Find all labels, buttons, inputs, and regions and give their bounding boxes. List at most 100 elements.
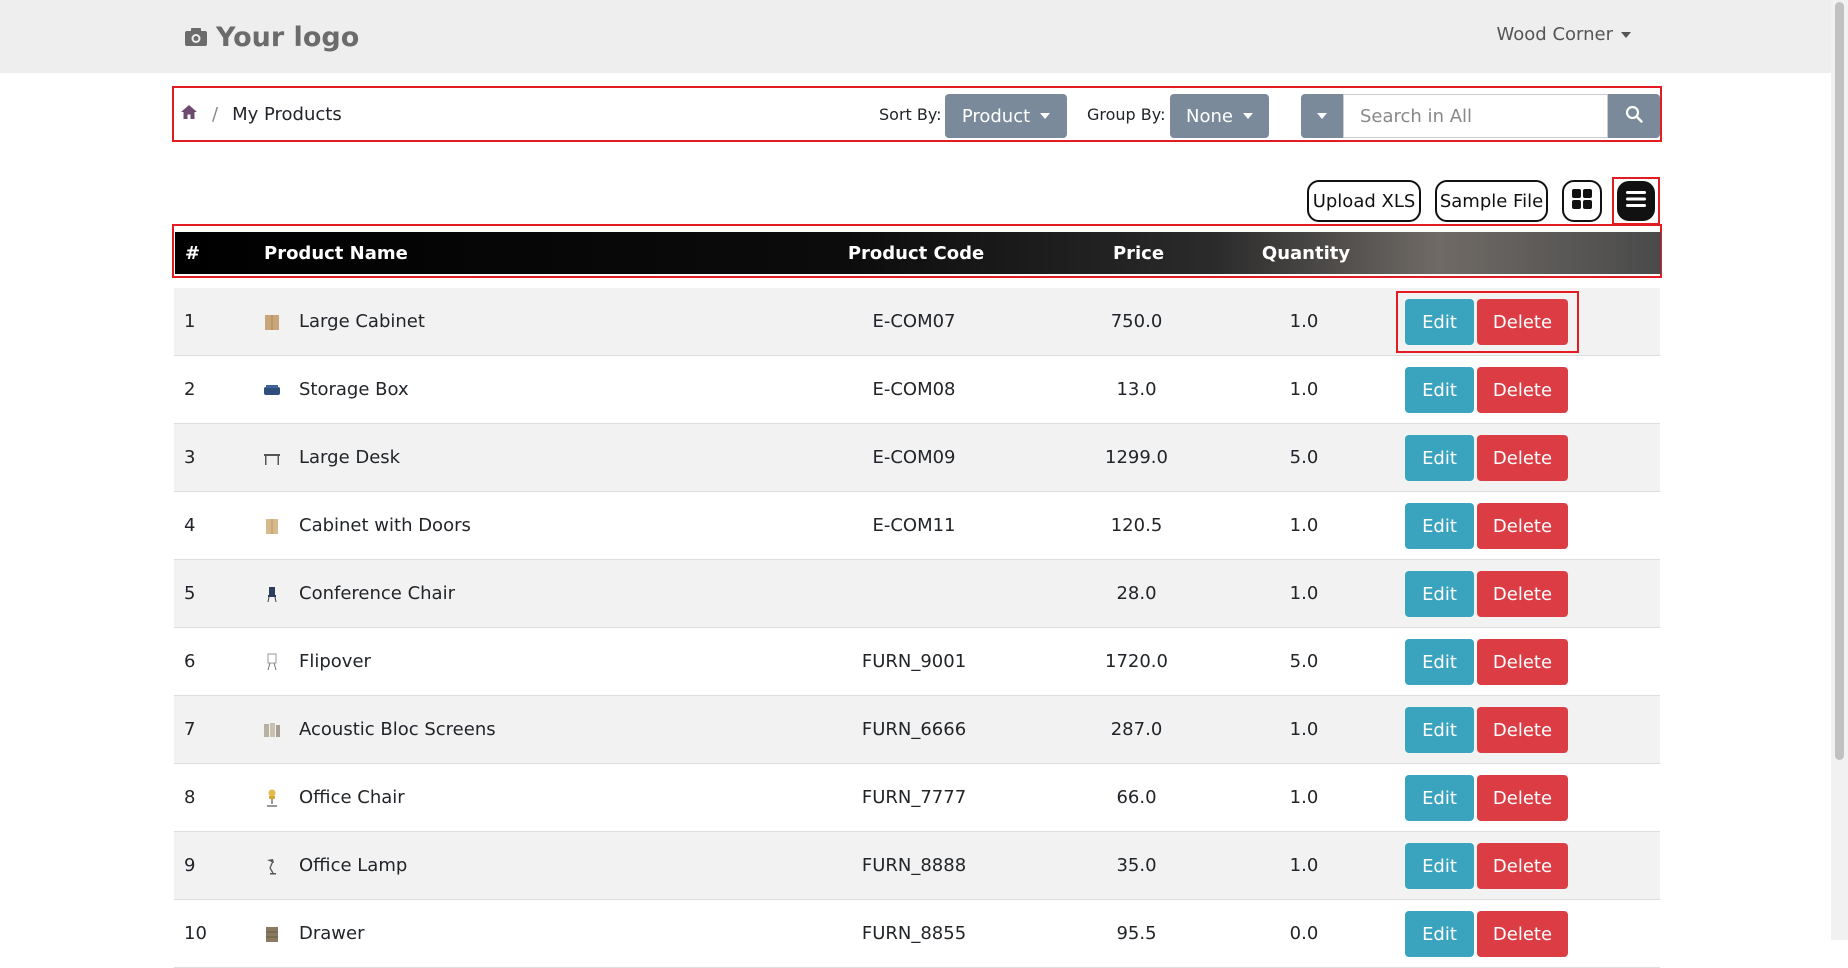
delete-button[interactable]: Delete [1477,775,1568,821]
product-name: Office Lamp [299,855,408,876]
table-row: 2 Storage Box E-COM08 13.0 1.0 Edit Delete [174,356,1660,424]
list-view-button[interactable] [1617,181,1655,221]
chevron-down-icon [1040,113,1051,119]
page-scrollbar[interactable] [1831,0,1848,940]
table-row: 1 Large Cabinet E-COM07 750.0 1.0 Edit Delete [174,288,1660,356]
row-number: 7 [184,719,196,740]
row-number: 1 [184,311,196,332]
product-price: 28.0 [1116,583,1157,604]
product-thumbnail [262,312,282,332]
breadcrumb: / My Products [180,88,342,140]
edit-button[interactable]: Edit [1405,843,1474,889]
sort-dropdown-button[interactable]: Product [945,94,1067,138]
grid-icon [1571,188,1593,215]
product-name: Storage Box [299,379,409,400]
table-header: # Product Name Product Code Price Quanti… [172,224,1662,278]
product-quantity: 0.0 [1289,923,1319,944]
product-thumbnail [262,584,282,604]
chevron-down-icon [1317,113,1327,119]
row-number: 6 [184,651,196,672]
product-quantity: 1.0 [1289,787,1319,808]
edit-button[interactable]: Edit [1405,707,1474,753]
chevron-down-icon [1242,113,1253,119]
product-name: Flipover [299,651,371,672]
delete-button[interactable]: Delete [1477,299,1568,345]
search-input[interactable] [1343,94,1608,138]
row-number: 8 [184,787,196,808]
table-row: 9 Office Lamp FURN_8888 35.0 1.0 Edit Delete [174,832,1660,900]
list-view-highlight [1612,177,1660,225]
product-code: E-COM08 [872,379,956,400]
product-code: E-COM07 [872,311,956,332]
edit-button[interactable]: Edit [1405,299,1474,345]
product-thumbnail [262,448,282,468]
product-quantity: 1.0 [1289,379,1319,400]
grid-view-button[interactable] [1562,180,1602,222]
product-name: Office Chair [299,787,405,808]
edit-button[interactable]: Edit [1405,639,1474,685]
product-name: Large Desk [299,447,401,468]
delete-button[interactable]: Delete [1477,843,1568,889]
row-number: 10 [184,923,207,944]
table-row: 3 Large Desk E-COM09 1299.0 5.0 Edit Delete [174,424,1660,492]
table-row: 5 Conference Chair 28.0 1.0 Edit Delete [174,560,1660,628]
home-icon[interactable] [180,104,198,125]
product-code: E-COM11 [872,515,956,536]
table-header-row: # Product Name Product Code Price Quanti… [175,232,1661,274]
delete-button[interactable]: Delete [1477,571,1568,617]
sort-value: Product [961,105,1031,127]
camera-icon [184,27,208,47]
delete-button[interactable]: Delete [1477,707,1568,753]
group-label: Group By: [1087,104,1166,124]
logo-text: Your logo [216,21,360,53]
delete-button[interactable]: Delete [1477,503,1568,549]
delete-button[interactable]: Delete [1477,367,1568,413]
company-dropdown[interactable]: Wood Corner [1497,24,1631,45]
product-code: FURN_9001 [861,651,967,672]
breadcrumb-separator: / [212,103,219,125]
delete-button[interactable]: Delete [1477,435,1568,481]
product-price: 13.0 [1116,379,1157,400]
logo[interactable]: Your logo [184,18,359,56]
product-price: 95.5 [1116,923,1157,944]
product-price: 1299.0 [1105,447,1168,468]
company-name: Wood Corner [1496,24,1613,45]
control-bar: / My Products Sort By: Product Group By:… [172,86,1662,142]
edit-button[interactable]: Edit [1405,503,1474,549]
edit-button[interactable]: Edit [1405,367,1474,413]
search-filter-toggle[interactable] [1301,94,1343,138]
edit-button[interactable]: Edit [1405,911,1474,957]
search-button[interactable] [1608,94,1660,138]
chevron-down-icon [1621,31,1631,38]
edit-button[interactable]: Edit [1405,435,1474,481]
product-name: Acoustic Bloc Screens [299,719,496,740]
upload-xls-button[interactable]: Upload XLS [1307,180,1421,222]
product-price: 66.0 [1116,787,1157,808]
product-price: 120.5 [1110,515,1163,536]
delete-button[interactable]: Delete [1477,639,1568,685]
edit-button[interactable]: Edit [1405,571,1474,617]
product-quantity: 1.0 [1289,719,1319,740]
product-code: E-COM09 [872,447,956,468]
product-thumbnail [262,516,282,536]
product-name: Drawer [299,923,365,944]
column-header-number: # [185,242,201,264]
column-header-quantity: Quantity [1261,242,1351,264]
edit-button[interactable]: Edit [1405,775,1474,821]
sort-label: Sort By: [879,104,942,124]
product-code: FURN_7777 [861,787,967,808]
delete-button[interactable]: Delete [1477,911,1568,957]
product-price: 287.0 [1110,719,1163,740]
product-thumbnail [262,924,282,944]
product-price: 1720.0 [1105,651,1168,672]
group-dropdown-button[interactable]: None [1170,94,1269,138]
table-row: 6 Flipover FURN_9001 1720.0 5.0 Edit Delete [174,628,1660,696]
product-name: Large Cabinet [299,311,425,332]
product-code: FURN_8855 [861,923,967,944]
product-thumbnail [262,856,282,876]
product-thumbnail [262,720,282,740]
scrollbar-thumb[interactable] [1835,2,1844,760]
breadcrumb-current: My Products [232,103,342,125]
sample-file-button[interactable]: Sample File [1435,180,1548,222]
product-quantity: 5.0 [1289,447,1319,468]
